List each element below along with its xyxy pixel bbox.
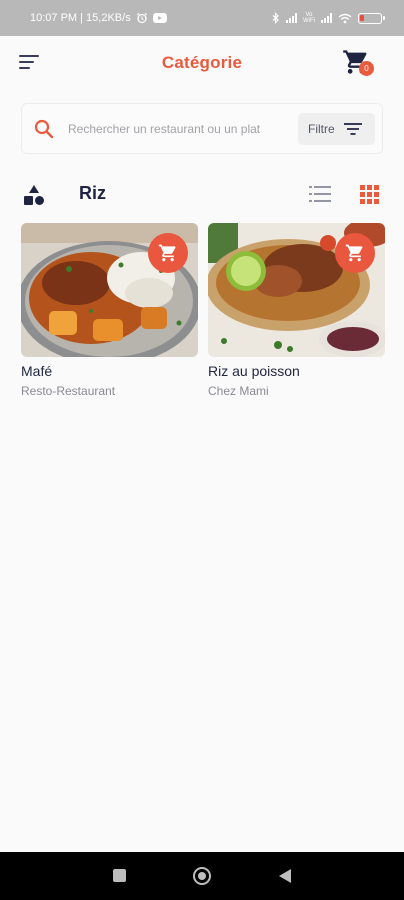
app-bar: Catégorie 0 [0,36,404,92]
status-time: 10:07 PM | 15,2KB/s [30,12,131,24]
category-title: Riz [79,183,106,203]
cart-icon [345,244,363,262]
product-name: Mafé [21,363,53,379]
list-view-icon[interactable] [309,185,331,203]
alarm-icon [136,12,147,24]
youtube-icon [152,13,167,23]
search-input[interactable] [68,116,310,142]
filter-icon [343,123,362,135]
category-header: Riz [0,178,404,210]
product-card[interactable]: Mafé Resto-Restaurant [21,223,198,398]
signal-icon [286,13,297,23]
add-to-cart-button[interactable] [148,233,188,273]
product-image [21,223,198,357]
grid-view-icon[interactable] [360,185,379,204]
battery-icon [358,12,385,24]
back-button[interactable] [279,869,291,883]
filter-label: Filtre [308,122,335,136]
search-bar: Filtre [21,103,383,154]
search-icon [34,119,54,139]
bluetooth-icon [272,12,279,24]
product-card[interactable]: Riz au poisson Chez Mami [208,223,385,398]
recents-button[interactable] [113,869,126,882]
cart-icon [158,244,176,262]
product-name: Riz au poisson [208,363,300,379]
volte-icon: Vo WiFi [303,12,315,24]
cart-count-badge: 0 [359,61,374,76]
restaurant-name: Chez Mami [208,384,269,398]
restaurant-name: Resto-Restaurant [21,384,116,398]
category-shapes-icon [24,185,44,205]
status-bar: 10:07 PM | 15,2KB/s Vo WiFi [0,0,404,36]
signal-icon [321,13,332,23]
cart-button[interactable]: 0 [342,48,378,82]
wifi-icon [338,13,352,23]
add-to-cart-button[interactable] [335,233,375,273]
product-image [208,223,385,357]
filter-button[interactable]: Filtre [298,113,375,145]
home-button[interactable] [193,867,211,885]
system-nav-bar [0,852,404,900]
